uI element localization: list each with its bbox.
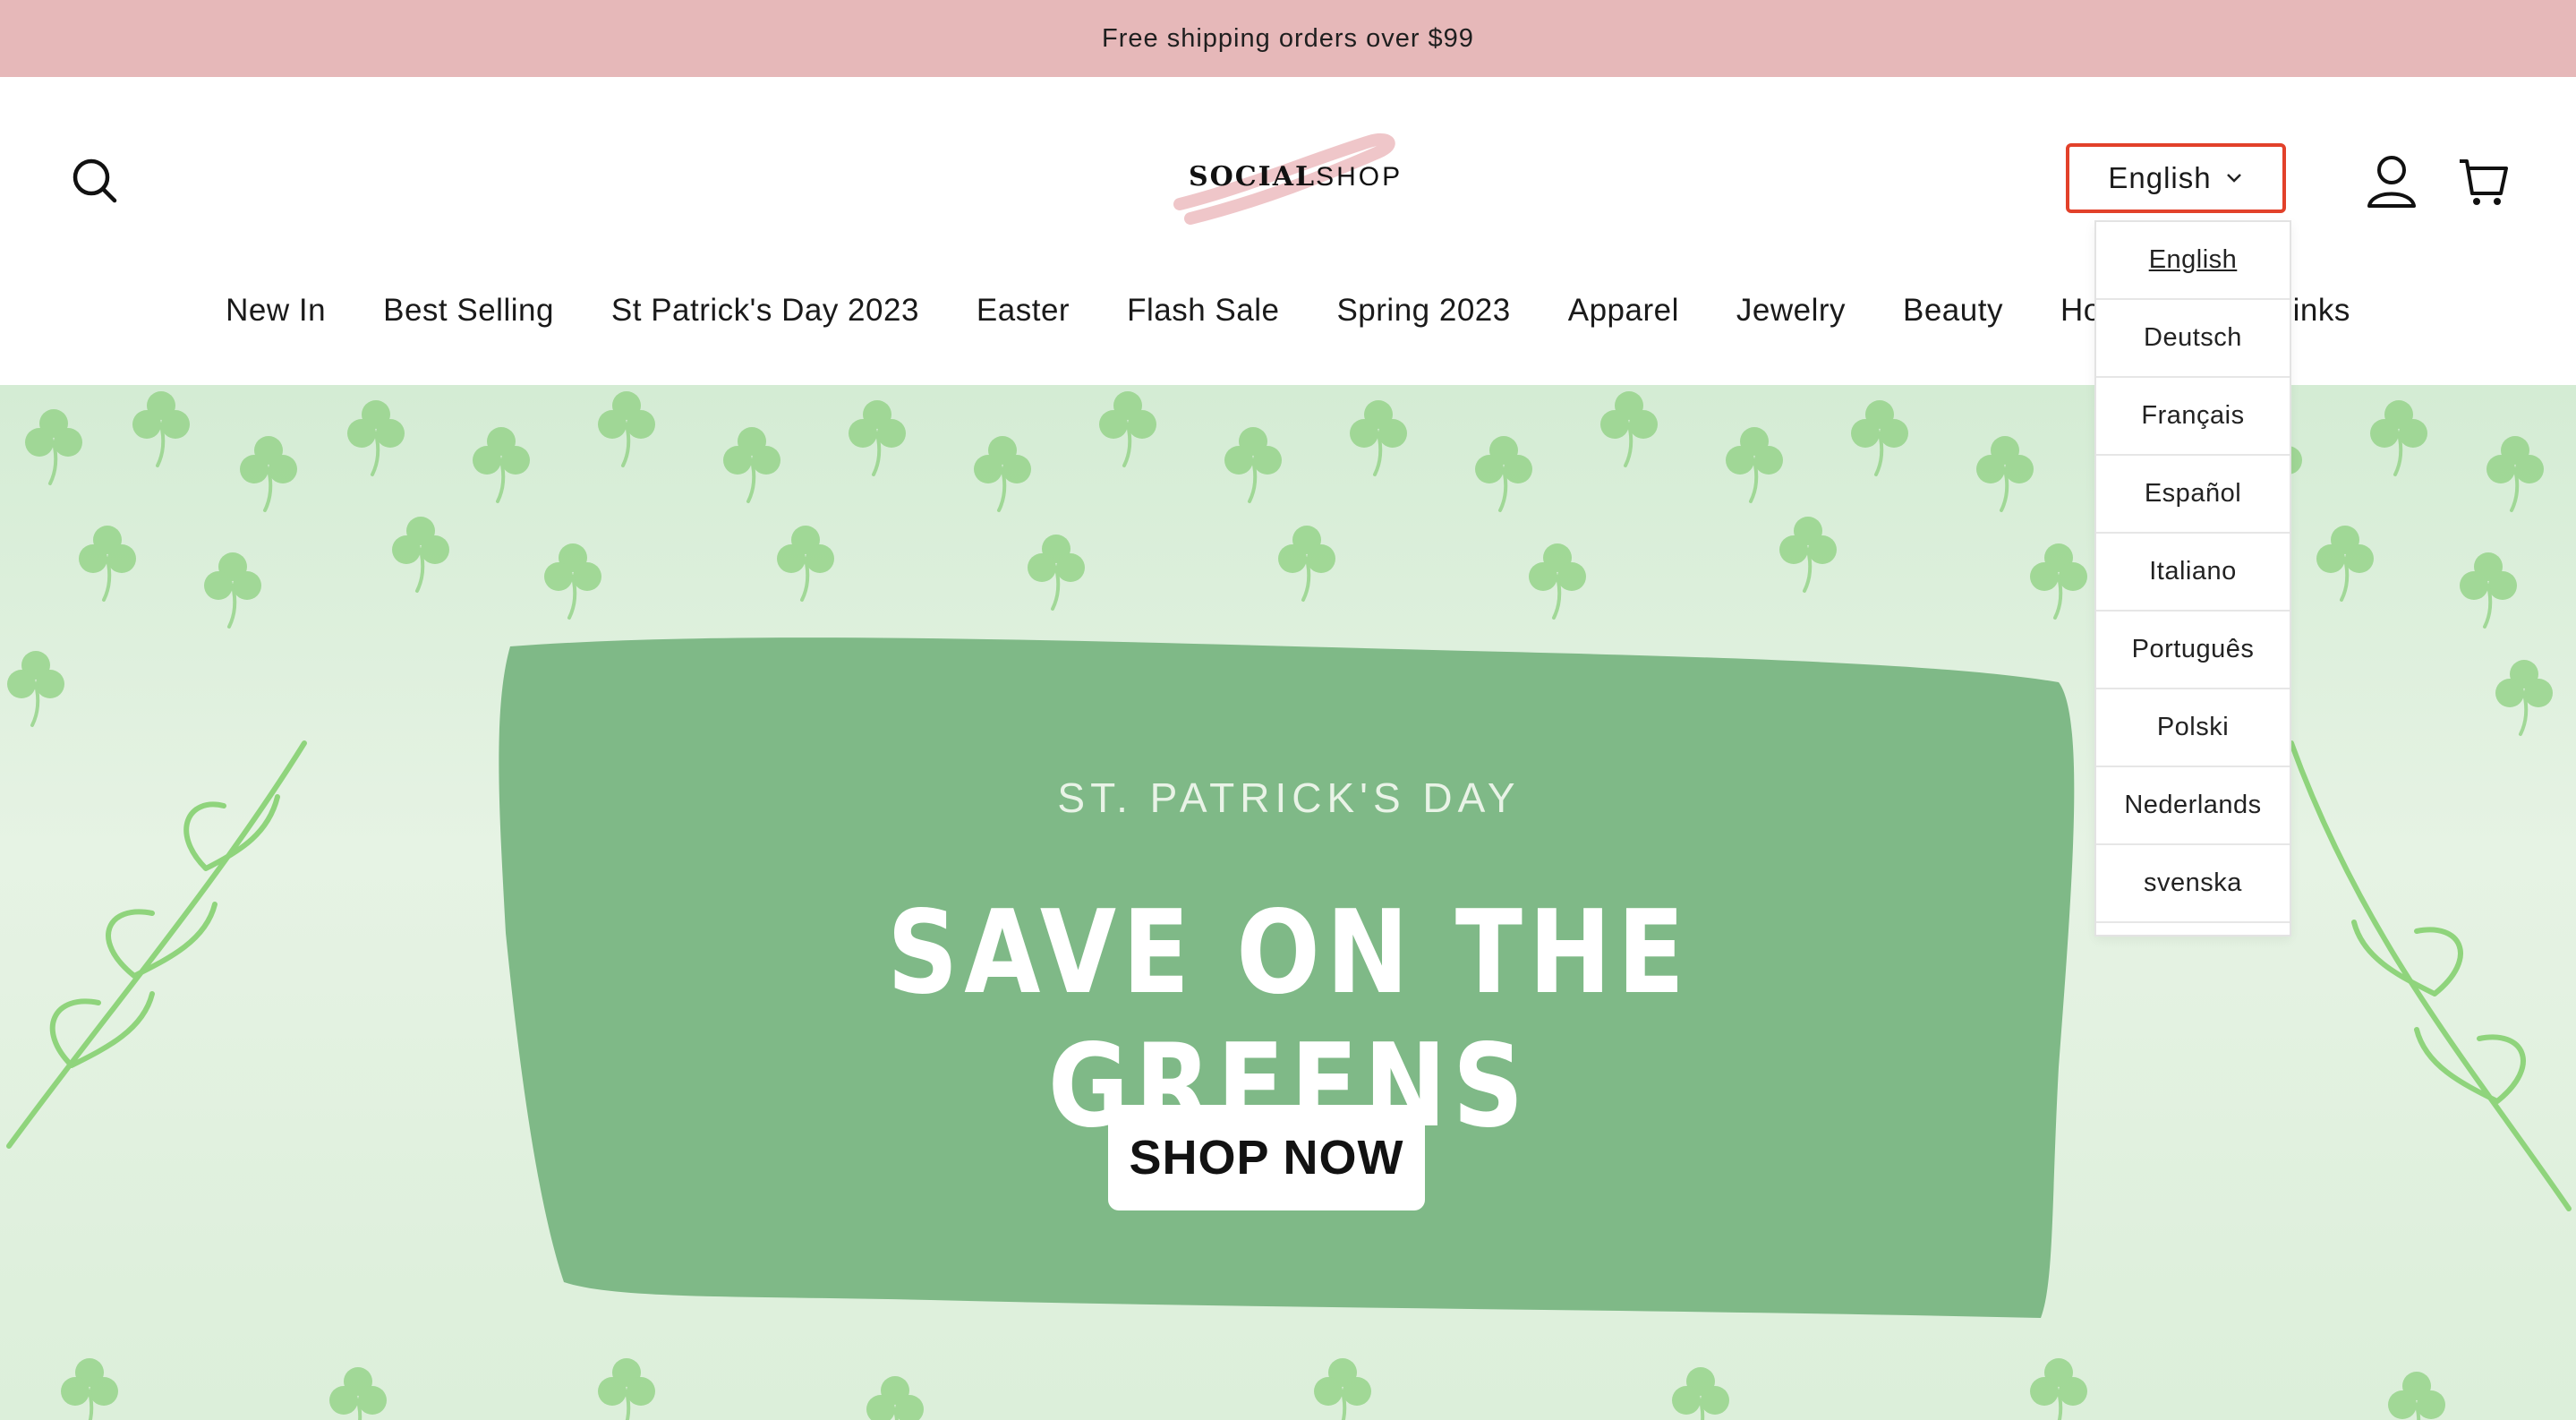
search-icon <box>73 158 117 203</box>
language-option-polski[interactable]: Polski <box>2096 689 2290 767</box>
language-option-francais[interactable]: Français <box>2096 378 2290 456</box>
language-option-espanol[interactable]: Español <box>2096 456 2290 534</box>
announcement-bar: Free shipping orders over $99 <box>0 0 2576 77</box>
language-option-italiano[interactable]: Italiano <box>2096 534 2290 612</box>
nav-item-jewelry[interactable]: Jewelry <box>1736 293 1846 329</box>
chevron-down-icon <box>2226 174 2241 183</box>
account-button[interactable] <box>2365 152 2418 210</box>
language-option-deutsch[interactable]: Deutsch <box>2096 300 2290 378</box>
nav-item-easter[interactable]: Easter <box>977 293 1070 329</box>
hero-eyebrow: ST. PATRICK'S DAY <box>1057 774 1521 821</box>
announcement-text: Free shipping orders over $99 <box>1102 23 1474 53</box>
search-button[interactable] <box>70 156 120 206</box>
nav-item-flash-sale[interactable]: Flash Sale <box>1127 293 1279 329</box>
language-option-english[interactable]: English <box>2096 222 2290 300</box>
nav-item-apparel[interactable]: Apparel <box>1568 293 1679 329</box>
language-option-svenska[interactable]: svenska <box>2096 845 2290 923</box>
language-option-nederlands[interactable]: Nederlands <box>2096 767 2290 845</box>
nav-item-best-selling[interactable]: Best Selling <box>383 293 554 329</box>
logo-text-bold: SOCIAL <box>1189 161 1317 192</box>
cart-icon <box>2460 159 2508 205</box>
language-option-portugues[interactable]: Português <box>2096 612 2290 689</box>
nav-item-new-in[interactable]: New In <box>226 293 326 329</box>
nav-item-spring[interactable]: Spring 2023 <box>1336 293 1510 329</box>
logo-text-thin: SHOP <box>1316 162 1403 192</box>
language-selector-button[interactable]: English <box>2066 143 2286 213</box>
language-dropdown-menu: English Deutsch Français Español Italian… <box>2094 220 2291 937</box>
language-selector-label: English <box>2108 161 2212 194</box>
logo[interactable]: SOCIALSHOP <box>1164 125 1423 233</box>
shop-now-button[interactable]: SHOP NOW <box>1108 1105 1425 1210</box>
nav-item-st-patricks-day[interactable]: St Patrick's Day 2023 <box>611 293 919 329</box>
nav-item-beauty[interactable]: Beauty <box>1903 293 2003 329</box>
cart-button[interactable] <box>2458 152 2508 210</box>
user-icon <box>2367 156 2416 208</box>
